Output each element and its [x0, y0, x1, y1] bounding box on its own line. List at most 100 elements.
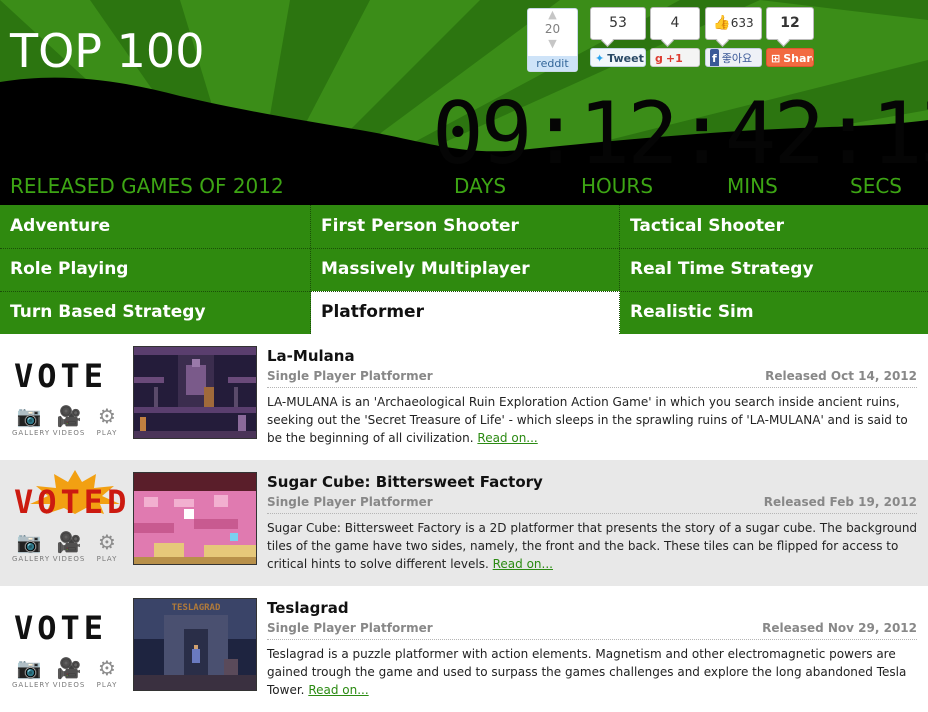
- gallery-link[interactable]: 📷 GALLERY: [12, 530, 51, 564]
- share-icon: ⊞: [771, 52, 781, 65]
- videos-link[interactable]: 🎥 VIDEOS: [52, 404, 86, 438]
- play-label: PLAY: [96, 681, 118, 689]
- nav-divider: [0, 248, 928, 249]
- game-type: Single Player Platformer: [267, 369, 433, 383]
- media-links: 📷 GALLERY 🎥 VIDEOS ⚙ PLAY: [12, 530, 124, 572]
- gallery-link[interactable]: 📷 GALLERY: [12, 404, 51, 438]
- videos-label: VIDEOS: [52, 555, 86, 563]
- gplus-button[interactable]: g +1: [650, 48, 700, 67]
- nav-item-real-time-strategy[interactable]: Real Time Strategy: [620, 248, 928, 291]
- release-date: Released Feb 19, 2012: [763, 495, 917, 509]
- description-text: Sugar Cube: Bittersweet Factory is a 2D …: [267, 521, 918, 571]
- header: TOP 100 09:12:42:13 RELEASED GAMES OF 20…: [0, 0, 928, 205]
- nav-item-first-person-shooter[interactable]: First Person Shooter: [311, 205, 620, 248]
- gallery-link[interactable]: 📷 GALLERY: [12, 656, 49, 690]
- page-subtitle: RELEASED GAMES OF 2012: [10, 174, 284, 198]
- game-row: VOTED 📷 GALLERY 🎥 VIDEOS ⚙ PLAY Sugar Cube:…: [0, 460, 928, 586]
- tweet-count: 53: [590, 7, 646, 40]
- game-thumbnail[interactable]: [133, 346, 257, 439]
- facebook-icon: f: [710, 49, 719, 66]
- reddit-vote-widget[interactable]: ▲ 20 ▼ reddit: [527, 8, 578, 72]
- nav-item-platformer[interactable]: Platformer: [311, 291, 620, 334]
- divider: [267, 513, 917, 514]
- share-count: 12: [766, 7, 814, 40]
- media-links: 📷 GALLERY 🎥 VIDEOS ⚙ PLAY: [12, 404, 124, 446]
- downvote-icon[interactable]: ▼: [528, 38, 577, 49]
- share-label: Share: [783, 52, 813, 65]
- play-link[interactable]: ⚙ PLAY: [90, 530, 124, 564]
- countdown-unit-secs: SECS: [850, 174, 902, 198]
- facebook-like-button[interactable]: f 좋아요: [705, 48, 762, 67]
- video-camera-icon: 🎥: [56, 404, 82, 428]
- gear-icon: ⚙: [98, 656, 116, 680]
- divider: [267, 639, 917, 640]
- media-links: 📷 GALLERY 🎥 VIDEOS ⚙ PLAY: [12, 656, 124, 698]
- camera-icon: 📷: [16, 530, 42, 554]
- game-type: Single Player Platformer: [267, 495, 433, 509]
- gplus-count: 4: [650, 7, 700, 40]
- nav-item-tactical-shooter[interactable]: Tactical Shooter: [620, 205, 928, 248]
- vote-button[interactable]: VOTE: [14, 360, 107, 392]
- videos-link[interactable]: 🎥 VIDEOS: [52, 530, 86, 564]
- reddit-count: 20: [544, 22, 561, 36]
- thumbs-up-icon: 👍: [713, 15, 731, 31]
- game-title[interactable]: La-Mulana: [267, 347, 355, 365]
- game-title[interactable]: Teslagrad: [267, 599, 349, 617]
- game-row: VOTE 📷 GALLERY 🎥 VIDEOS ⚙ PLAY La-Mulana Si…: [0, 334, 928, 460]
- game-description: LA-MULANA is an 'Archaeological Ruin Exp…: [267, 393, 919, 447]
- divider: [267, 387, 917, 388]
- google-icon: g: [655, 52, 663, 65]
- teslagrad-screenshot: TESLAGRAD: [134, 599, 256, 690]
- like-label: 좋아요: [721, 52, 753, 65]
- play-link[interactable]: ⚙ PLAY: [90, 656, 124, 690]
- video-camera-icon: 🎥: [56, 530, 82, 554]
- release-date: Released Oct 14, 2012: [765, 369, 917, 383]
- read-more-link[interactable]: Read on...: [308, 683, 368, 697]
- reddit-label: reddit: [528, 56, 577, 71]
- vote-button[interactable]: VOTE: [14, 612, 107, 644]
- countdown-unit-hours: HOURS: [581, 174, 654, 198]
- countdown-timer: 09:12:42:13: [432, 84, 928, 184]
- videos-label: VIDEOS: [52, 681, 86, 689]
- game-row: VOTE 📷 GALLERY 🎥 VIDEOS ⚙ PLAY TESLAGRAD Te…: [0, 586, 928, 712]
- gear-icon: ⚙: [98, 404, 116, 428]
- game-description: Sugar Cube: Bittersweet Factory is a 2D …: [267, 519, 919, 573]
- game-thumbnail[interactable]: TESLAGRAD: [133, 598, 257, 691]
- release-date: Released Nov 29, 2012: [762, 621, 917, 635]
- gear-icon: ⚙: [98, 530, 116, 554]
- nav-divider: [619, 205, 620, 334]
- game-type: Single Player Platformer: [267, 621, 433, 635]
- game-title[interactable]: Sugar Cube: Bittersweet Factory: [267, 473, 543, 491]
- nav-item-turn-based-strategy[interactable]: Turn Based Strategy: [0, 291, 310, 334]
- like-count: 633: [730, 16, 754, 30]
- share-button[interactable]: ⊞Share: [766, 48, 814, 67]
- la-mulana-screenshot: [134, 347, 256, 438]
- tweet-label: Tweet: [607, 52, 644, 65]
- nav-divider: [0, 291, 928, 292]
- nav-item-massively-multiplayer[interactable]: Massively Multiplayer: [311, 248, 620, 291]
- page-title: TOP 100: [10, 24, 205, 78]
- sugar-cube-screenshot: [134, 473, 256, 564]
- nav-item-role-playing[interactable]: Role Playing: [0, 248, 310, 291]
- nav-item-realistic-sim[interactable]: Realistic Sim: [620, 291, 928, 334]
- video-camera-icon: 🎥: [56, 656, 82, 680]
- voted-badge[interactable]: VOTED: [14, 486, 130, 518]
- videos-link[interactable]: 🎥 VIDEOS: [52, 656, 86, 690]
- nav-divider: [310, 205, 311, 334]
- read-more-link[interactable]: Read on...: [493, 557, 553, 571]
- camera-icon: 📷: [16, 656, 42, 680]
- play-link[interactable]: ⚙ PLAY: [90, 404, 124, 438]
- tweet-button[interactable]: ✦ Tweet: [590, 48, 646, 67]
- play-label: PLAY: [96, 555, 118, 563]
- twitter-bird-icon: ✦: [595, 52, 605, 65]
- read-more-link[interactable]: Read on...: [477, 431, 537, 445]
- nav-item-adventure[interactable]: Adventure: [0, 205, 310, 248]
- upvote-icon[interactable]: ▲: [528, 9, 577, 20]
- gallery-label: GALLERY: [12, 555, 51, 563]
- countdown-unit-mins: MINS: [727, 174, 778, 198]
- game-thumbnail[interactable]: [133, 472, 257, 565]
- play-label: PLAY: [96, 429, 118, 437]
- videos-label: VIDEOS: [52, 429, 86, 437]
- like-count-box: 👍633: [705, 7, 762, 40]
- gallery-label: GALLERY: [12, 429, 51, 437]
